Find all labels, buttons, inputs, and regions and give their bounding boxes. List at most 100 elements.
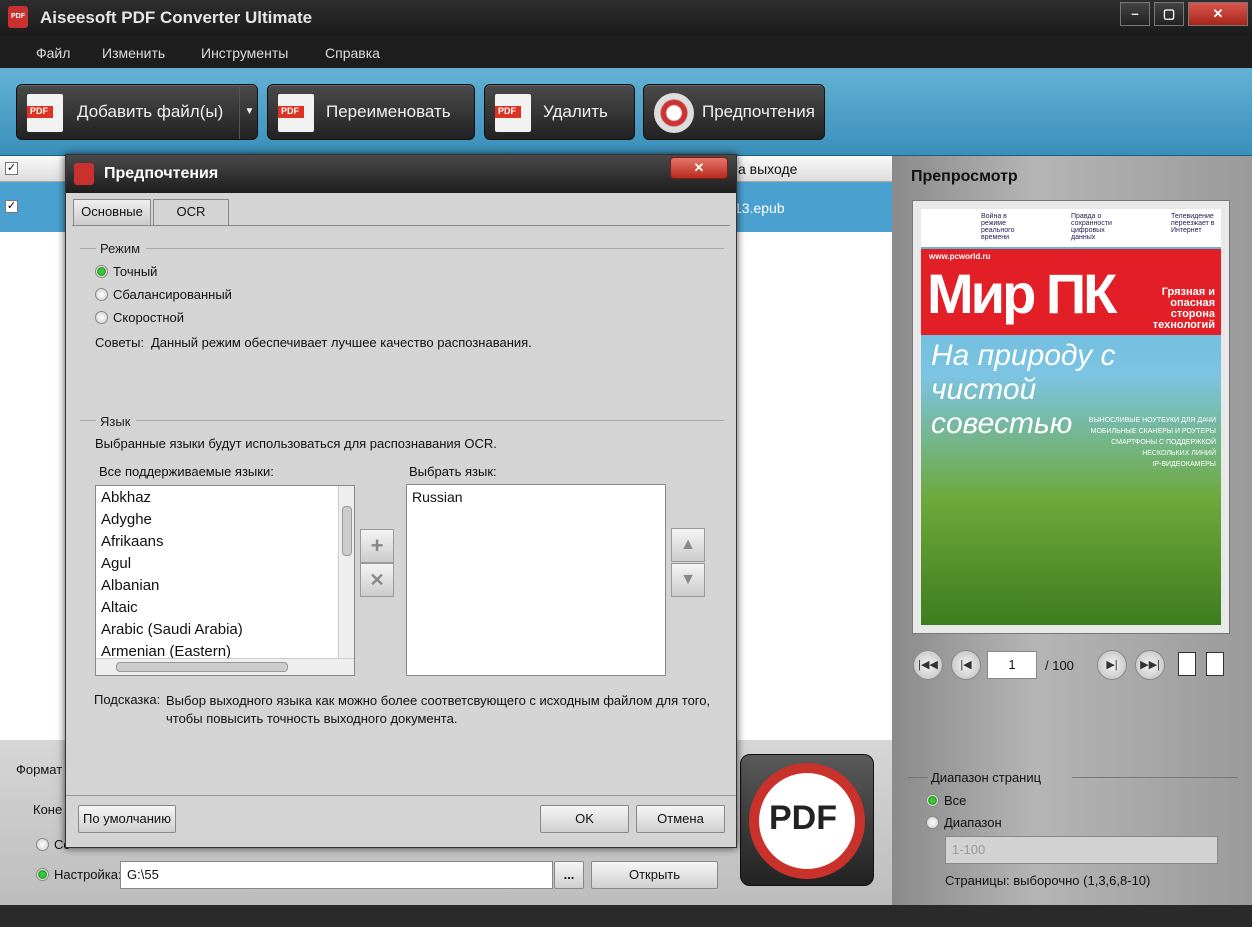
custom-folder-label: Настройка: (54, 867, 122, 882)
browse-button[interactable]: ... (554, 861, 584, 889)
cover-logo: Мир ПК (927, 262, 1117, 325)
row-checkbox[interactable]: ✓ (5, 200, 18, 213)
dialog-title: Предпочтения (104, 165, 219, 182)
gear-icon (654, 93, 694, 133)
cover-side-text: Грязная и опасная сторона технологий (1152, 286, 1215, 331)
rename-label: Переименовать (326, 102, 451, 121)
selected-languages-list[interactable]: Russian (406, 484, 666, 676)
list-item[interactable]: Russian (412, 489, 463, 505)
next-page-button[interactable]: ▶| (1097, 650, 1127, 680)
status-bar (0, 905, 1252, 927)
page-range-label: Диапазон (944, 815, 1002, 830)
prev-page-button[interactable]: |◀ (951, 650, 981, 680)
rename-button[interactable]: PDF Переименовать (267, 84, 475, 140)
document-icon[interactable] (1178, 652, 1196, 676)
source-folder-radio[interactable] (36, 838, 49, 851)
close-window-button[interactable]: ✕ (1188, 2, 1248, 26)
move-up-arrow-icon[interactable]: ▲ (671, 528, 705, 562)
all-languages-label: Все поддерживаемые языки: (99, 464, 274, 479)
delete-label: Удалить (543, 102, 608, 121)
page-range-input[interactable]: 1-100 (945, 836, 1218, 864)
select-all-checkbox[interactable]: ✓ (5, 162, 18, 175)
last-page-button[interactable]: ▶▶| (1135, 650, 1165, 680)
tab-ocr[interactable]: OCR (153, 199, 229, 226)
hint-text: Выбор выходного языка как можно более со… (166, 693, 711, 726)
app-logo-icon: PDF (8, 6, 28, 28)
page-range-title: Диапазон страниц (931, 770, 1042, 785)
cover-teasers: Война в режиме реального времени Правда … (921, 209, 1221, 247)
output-path-input[interactable]: G:\55 (120, 861, 553, 889)
all-pages-label: Все (944, 793, 967, 808)
mode-balanced-radio[interactable] (95, 288, 108, 301)
cover-url: www.pcworld.ru (929, 252, 991, 261)
minimize-button[interactable]: – (1120, 2, 1150, 26)
mode-group-title: Режим (100, 241, 141, 256)
add-files-button[interactable]: PDF Добавить файл(ы) ▼ (16, 84, 258, 140)
dialog-close-button[interactable]: ✕ (670, 157, 728, 179)
open-folder-button[interactable]: Открыть (591, 861, 718, 889)
mode-fast-radio[interactable] (95, 311, 108, 324)
menu-file[interactable]: Файл (36, 45, 70, 61)
tab-general[interactable]: Основные (73, 199, 151, 225)
page-total: / 100 (1045, 658, 1074, 673)
add-dropdown-arrow-icon[interactable]: ▼ (239, 85, 259, 139)
preferences-dialog: Предпочтения ✕ Основные OCR Режим Точный… (65, 154, 737, 848)
ok-button[interactable]: OK (540, 805, 629, 833)
rename-icon: PDF (278, 94, 314, 132)
page-range-radio[interactable] (926, 816, 939, 829)
selected-languages-label: Выбрать язык: (409, 464, 497, 479)
format-label: Формат (16, 762, 63, 777)
menu-help[interactable]: Справка (325, 45, 380, 61)
preview-title: Препросмотр (911, 168, 1018, 185)
mode-tips-text: Данный режим обеспечивает лучшее качеств… (151, 335, 532, 350)
row-output-name: 13.epub (734, 200, 785, 216)
list-item[interactable]: Abkhaz (101, 489, 151, 506)
all-pages-radio[interactable] (926, 794, 939, 807)
list-item[interactable]: Altaic (101, 599, 138, 616)
convert-label: PDF (769, 799, 837, 837)
destination-label: Коне (33, 802, 63, 817)
add-file-icon: PDF (27, 94, 63, 132)
h-scrollbar-thumb[interactable] (116, 662, 288, 672)
move-down-arrow-icon[interactable]: ▼ (671, 563, 705, 597)
add-files-label: Добавить файл(ы) (77, 102, 224, 121)
add-language-button[interactable]: + (360, 529, 394, 563)
dialog-app-icon (74, 163, 94, 185)
convert-button[interactable]: PDF (740, 754, 874, 886)
list-item[interactable]: Afrikaans (101, 533, 164, 550)
all-languages-list[interactable]: Abkhaz Adyghe Afrikaans Agul Albanian Al… (95, 485, 355, 676)
list-item[interactable]: Adyghe (101, 511, 152, 528)
window-title: Aiseesoft PDF Converter Ultimate (40, 8, 313, 27)
page-range-hint: Страницы: выборочно (1,3,6,8-10) (945, 873, 1151, 888)
mode-accurate-radio[interactable] (95, 265, 108, 278)
mode-accurate-label: Точный (113, 264, 158, 279)
menu-tools[interactable]: Инструменты (201, 45, 288, 61)
vertical-scrollbar[interactable] (338, 486, 354, 658)
scrollbar-thumb[interactable] (342, 506, 352, 556)
menu-edit[interactable]: Изменить (102, 45, 165, 61)
mode-fast-label: Скоростной (113, 310, 185, 325)
delete-button[interactable]: PDF Удалить (484, 84, 635, 140)
remove-language-button[interactable]: ✕ (360, 563, 394, 597)
mode-tips-label: Советы: (95, 335, 145, 350)
preferences-label: Предпочтения (702, 102, 815, 121)
list-item[interactable]: Arabic (Saudi Arabia) (101, 621, 243, 638)
horizontal-scrollbar[interactable] (96, 658, 354, 675)
cancel-button[interactable]: Отмена (636, 805, 725, 833)
maximize-button[interactable]: ▢ (1154, 2, 1184, 26)
custom-folder-radio[interactable] (36, 868, 49, 881)
document-export-icon[interactable] (1206, 652, 1224, 676)
output-column-header: а выходе (738, 161, 798, 177)
dialog-title-bar: Предпочтения (66, 155, 736, 193)
hint-label: Подсказка: (94, 692, 161, 707)
page-number-input[interactable]: 1 (987, 651, 1037, 679)
title-bar: PDF Aiseesoft PDF Converter Ultimate – ▢… (0, 0, 1252, 36)
preview-image: Война в режиме реального времени Правда … (912, 200, 1230, 634)
toolbar: PDF Добавить файл(ы) ▼ PDF Переименовать… (0, 68, 1252, 156)
preferences-button[interactable]: Предпочтения (643, 84, 825, 140)
restore-defaults-button[interactable]: По умолчанию (78, 805, 176, 833)
list-item[interactable]: Albanian (101, 577, 159, 594)
first-page-button[interactable]: |◀◀ (913, 650, 943, 680)
menu-bar: Файл Изменить Инструменты Справка (0, 36, 1252, 68)
list-item[interactable]: Agul (101, 555, 131, 572)
